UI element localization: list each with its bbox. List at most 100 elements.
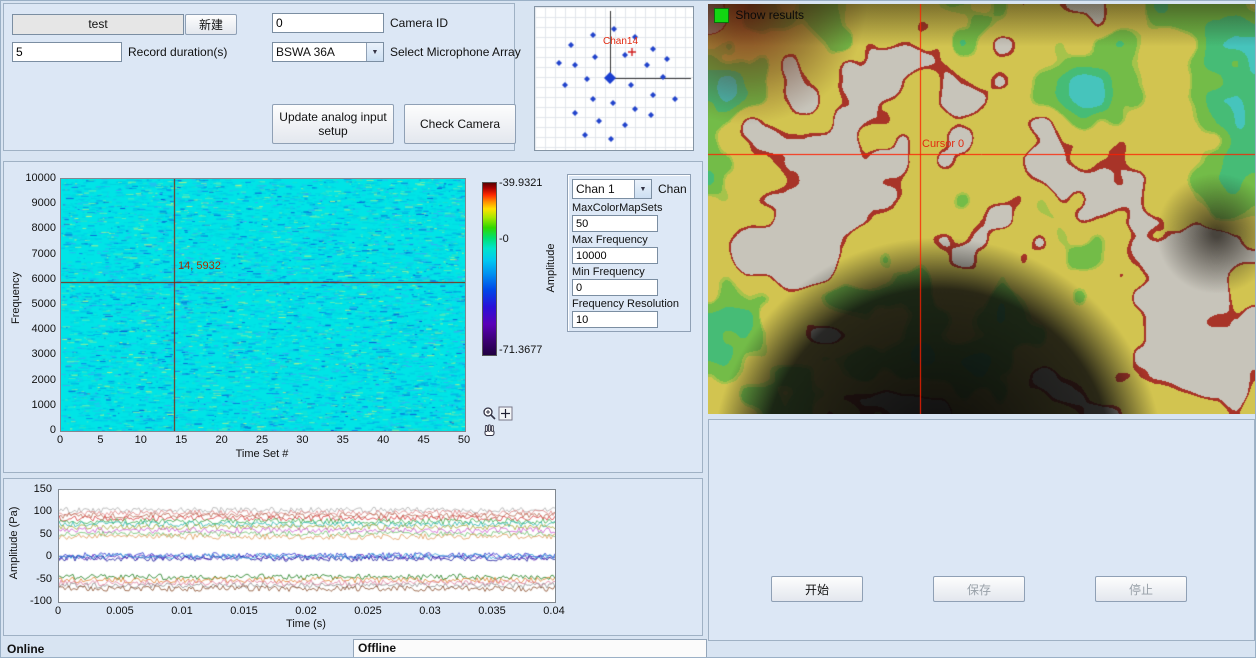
spectrogram-plot-frame <box>60 178 466 432</box>
waveform-canvas[interactable] <box>59 490 555 602</box>
mic-array-canvas[interactable] <box>535 7 693 150</box>
spectrogram-cursor-readout: 14, 5932 <box>178 260 221 272</box>
show-results-checkbox[interactable] <box>714 8 729 23</box>
x-tick-label: 0.015 <box>230 605 258 617</box>
x-tick-label: 0.02 <box>295 605 316 617</box>
y-tick-label: 150 <box>34 483 52 495</box>
maxcolormapsets-label: MaxColorMapSets <box>572 202 662 214</box>
y-tick-label: 6000 <box>32 273 56 285</box>
mic-array-value: BSWA 36A <box>276 45 365 59</box>
colorbar-axis-label: Amplitude <box>545 218 557 318</box>
show-results-label: Show results <box>735 8 804 22</box>
update-analog-button[interactable]: Update analog input setup <box>272 104 394 144</box>
min-frequency-input[interactable] <box>572 279 658 296</box>
mic-array-label: Select Microphone Array <box>390 45 521 59</box>
x-tick-label: 20 <box>215 434 227 446</box>
y-tick-label: 7000 <box>32 248 56 260</box>
y-tick-label: -50 <box>36 573 52 585</box>
x-tick-label: 25 <box>256 434 268 446</box>
waveform-panel: Amplitude (Pa) 150100500-50-100 00.0050.… <box>3 478 703 636</box>
new-button[interactable]: 新建 <box>185 14 237 35</box>
cursor-crosshair-tool-icon[interactable] <box>498 406 513 421</box>
app-window: test 新建 Camera ID Record duration(s) BSW… <box>0 0 1256 658</box>
waveform-xlabel: Time (s) <box>58 618 554 630</box>
frequency-resolution-input[interactable] <box>572 311 658 328</box>
x-tick-label: 0.025 <box>354 605 382 617</box>
colorbar-mid-label: -0 <box>499 233 509 245</box>
waveform-plot-frame <box>58 489 556 603</box>
y-tick-label: 4000 <box>32 323 56 335</box>
amplitude-colorbar <box>482 182 497 356</box>
frequency-resolution-label: Frequency Resolution <box>572 298 679 310</box>
max-frequency-input[interactable] <box>572 247 658 264</box>
min-frequency-label: Min Frequency <box>572 266 645 278</box>
channel-value: Chan 1 <box>576 182 633 196</box>
x-tick-label: 30 <box>296 434 308 446</box>
maxcolormapsets-input[interactable] <box>572 215 658 232</box>
max-frequency-label: Max Frequency <box>572 234 648 246</box>
x-tick-label: 0.035 <box>478 605 506 617</box>
camera-id-input[interactable] <box>272 13 384 33</box>
y-tick-label: 3000 <box>32 348 56 360</box>
x-tick-label: 50 <box>458 434 470 446</box>
x-tick-label: 0 <box>55 605 61 617</box>
channel-dropdown[interactable]: Chan 1 ▼ <box>572 179 652 199</box>
x-tick-label: 15 <box>175 434 187 446</box>
start-button[interactable]: 开始 <box>771 576 863 602</box>
camera-canvas[interactable] <box>708 4 1255 414</box>
camera-view: Show results Cursor 0 <box>708 4 1255 414</box>
camera-id-label: Camera ID <box>390 16 448 30</box>
y-tick-label: 50 <box>40 528 52 540</box>
x-tick-label: 0.005 <box>106 605 134 617</box>
waveform-x-axis: 00.0050.010.0150.020.0250.030.0350.04 <box>58 605 554 619</box>
colorbar-min-label: -71.3677 <box>499 344 542 356</box>
channel-label: Chan <box>658 182 687 196</box>
spectrogram-x-axis: 05101520253035404550 <box>60 434 464 448</box>
record-duration-label: Record duration(s) <box>128 45 227 59</box>
y-tick-label: 9000 <box>32 197 56 209</box>
record-duration-input[interactable] <box>12 42 122 62</box>
setup-panel: test 新建 Camera ID Record duration(s) BSW… <box>3 3 515 151</box>
x-tick-label: 0 <box>57 434 63 446</box>
array-cursor-label: Chan14 <box>603 36 638 47</box>
spectrogram-canvas[interactable] <box>61 179 465 431</box>
x-tick-label: 0.04 <box>543 605 564 617</box>
analysis-controls-box: Chan 1 ▼ Chan MaxColorMapSets Max Freque… <box>567 174 691 332</box>
chevron-down-icon[interactable]: ▼ <box>366 43 383 61</box>
y-tick-label: 1000 <box>32 399 56 411</box>
x-tick-label: 40 <box>377 434 389 446</box>
mic-array-dropdown[interactable]: BSWA 36A ▼ <box>272 42 384 62</box>
x-tick-label: 0.03 <box>419 605 440 617</box>
action-panel: 开始 保存 停止 <box>708 419 1255 641</box>
session-name-field[interactable]: test <box>12 14 184 35</box>
spectrogram-y-axis: 1000090008000700060005000400030002000100… <box>18 178 58 430</box>
camera-cursor-label: Cursor 0 <box>922 138 964 150</box>
x-tick-label: 45 <box>417 434 429 446</box>
mic-array-plot: Chan14 <box>534 6 694 151</box>
y-tick-label: 0 <box>46 550 52 562</box>
spectrogram-xlabel: Time Set # <box>60 448 464 460</box>
y-tick-label: 100 <box>34 505 52 517</box>
x-tick-label: 35 <box>337 434 349 446</box>
x-tick-label: 10 <box>135 434 147 446</box>
check-camera-button[interactable]: Check Camera <box>404 104 516 144</box>
save-button[interactable]: 保存 <box>933 576 1025 602</box>
stop-button[interactable]: 停止 <box>1095 576 1187 602</box>
y-tick-label: 8000 <box>32 222 56 234</box>
x-tick-label: 0.01 <box>171 605 192 617</box>
chevron-down-icon[interactable]: ▼ <box>634 180 651 198</box>
y-tick-label: 0 <box>50 424 56 436</box>
offline-status-field: Offline <box>353 639 707 658</box>
colorbar-max-label: -39.9321 <box>499 177 542 189</box>
y-tick-label: 5000 <box>32 298 56 310</box>
x-tick-label: 5 <box>97 434 103 446</box>
y-tick-label: 2000 <box>32 374 56 386</box>
show-results-control[interactable]: Show results <box>714 8 804 23</box>
spectrogram-panel: Frequency 100009000800070006000500040003… <box>3 161 703 473</box>
pan-hand-tool-icon[interactable] <box>482 423 497 438</box>
zoom-tool-icon[interactable] <box>482 406 497 421</box>
y-tick-label: 10000 <box>25 172 56 184</box>
y-tick-label: -100 <box>30 595 52 607</box>
online-status-label: Online <box>7 642 44 656</box>
waveform-y-axis: 150100500-50-100 <box>18 489 54 601</box>
